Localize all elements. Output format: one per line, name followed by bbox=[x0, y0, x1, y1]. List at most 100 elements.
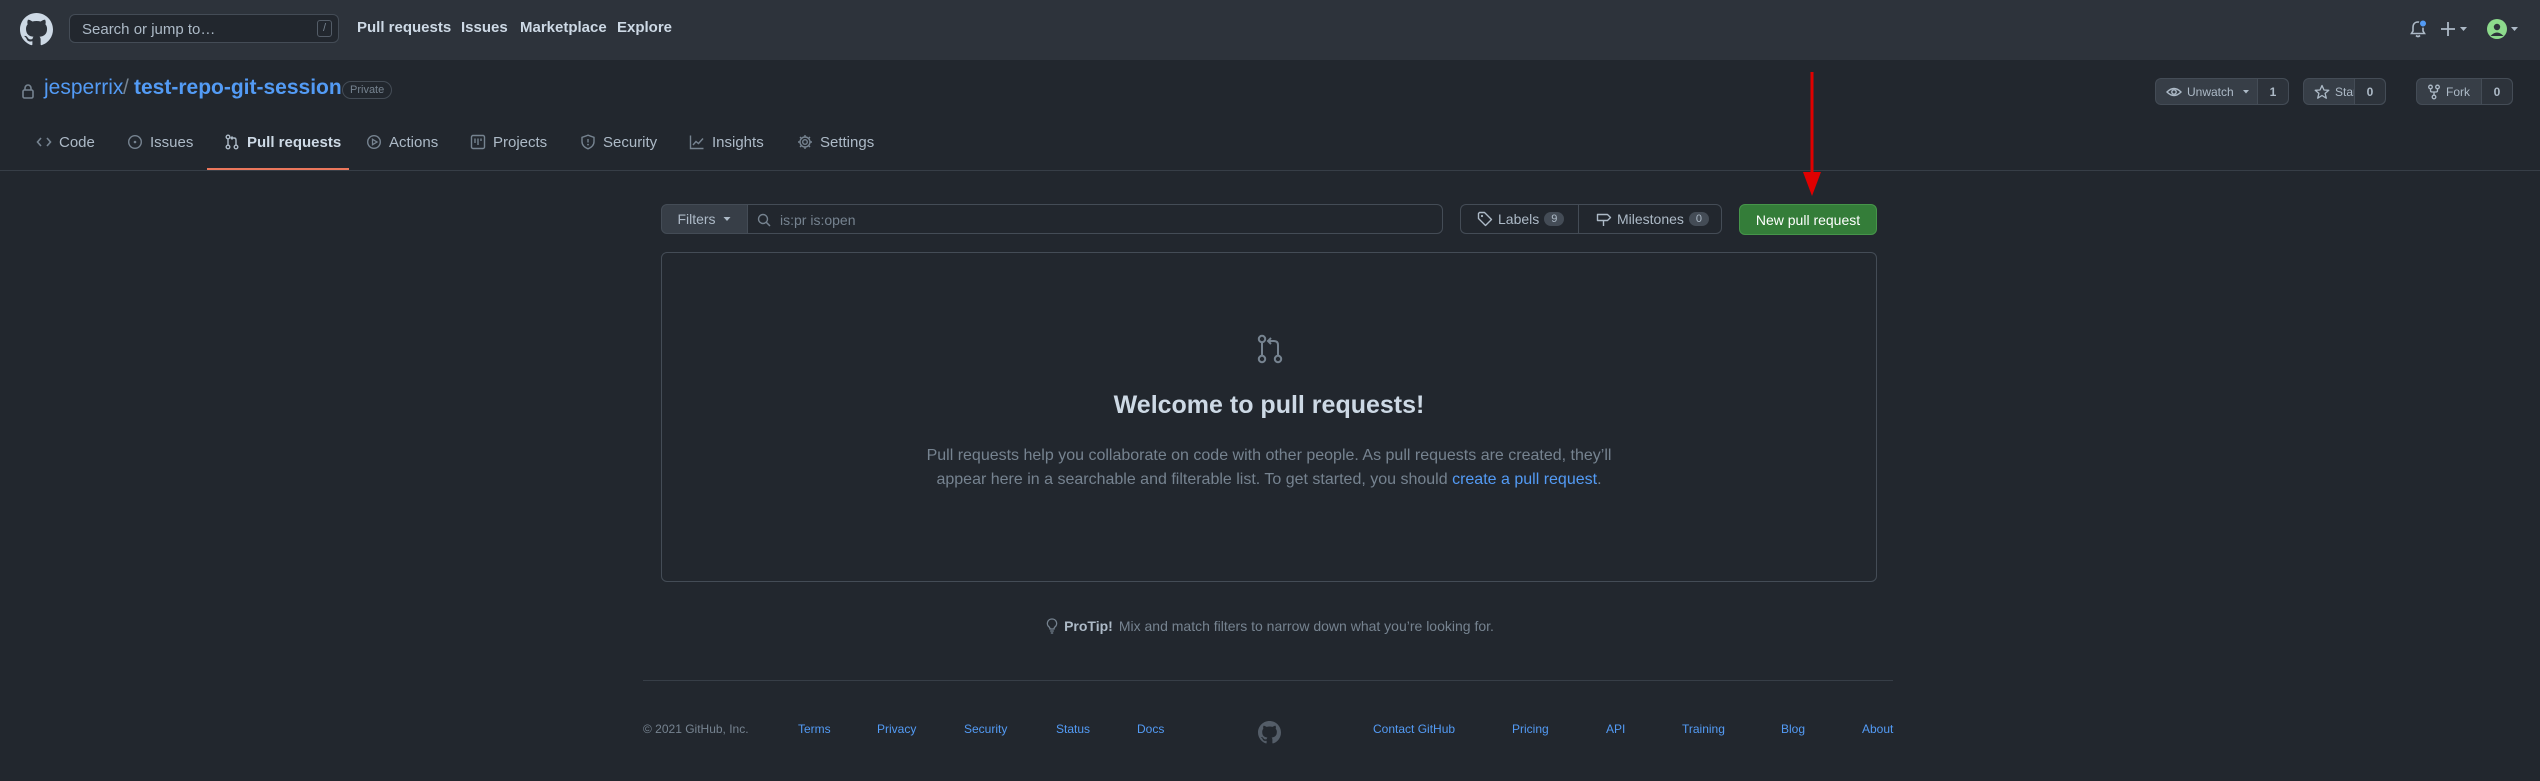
repo-forked-icon bbox=[2428, 84, 2440, 99]
create-pull-request-link[interactable]: create a pull request bbox=[1452, 471, 1597, 488]
code-icon bbox=[36, 137, 52, 147]
footer-link-api[interactable]: API bbox=[1606, 722, 1625, 736]
protip-text: Mix and match filters to narrow down wha… bbox=[1118, 618, 1494, 634]
watch-count[interactable]: 1 bbox=[2257, 79, 2288, 104]
footer-link-docs[interactable]: Docs bbox=[1137, 722, 1164, 736]
pull-request-icon bbox=[225, 134, 239, 150]
create-new-plus-icon[interactable] bbox=[2440, 19, 2470, 39]
unwatch-label: Unwatch bbox=[2187, 84, 2234, 99]
tab-actions[interactable]: Actions bbox=[366, 134, 438, 170]
tab-pull-requests[interactable]: Pull requests bbox=[224, 134, 341, 170]
fork-main[interactable]: Fork bbox=[2417, 79, 2470, 104]
tab-code-label: Code bbox=[59, 134, 95, 151]
nav-explore[interactable]: Explore bbox=[617, 19, 672, 36]
github-logo-icon[interactable] bbox=[20, 13, 53, 46]
play-icon bbox=[366, 134, 382, 150]
footer-link-about[interactable]: About bbox=[1862, 722, 1893, 736]
milestone-icon bbox=[1596, 213, 1612, 226]
chevron-down-icon bbox=[2242, 89, 2249, 93]
filters-dropdown-button[interactable]: Filters bbox=[661, 204, 748, 234]
graph-icon bbox=[689, 135, 704, 150]
chevron-down-icon bbox=[723, 217, 731, 221]
empty-state-line-2-end: . bbox=[1597, 471, 1602, 488]
footer-link-pricing[interactable]: Pricing bbox=[1512, 722, 1549, 736]
protip-label: ProTip! bbox=[1064, 618, 1113, 634]
milestones-label: Milestones bbox=[1617, 211, 1684, 227]
repo-owner-link[interactable]: jesperrix bbox=[44, 76, 123, 100]
tab-projects[interactable]: Projects bbox=[470, 134, 547, 170]
visibility-badge: Private bbox=[342, 81, 393, 99]
unwatch-button[interactable]: Unwatch 1 bbox=[2155, 78, 2289, 105]
footer-link-terms[interactable]: Terms bbox=[798, 722, 831, 736]
filters-label: Filters bbox=[677, 211, 716, 227]
footer-link-privacy[interactable]: Privacy bbox=[877, 722, 916, 736]
footer-divider bbox=[643, 680, 1893, 681]
labels-button[interactable]: Labels 9 bbox=[1460, 204, 1578, 234]
fork-count[interactable]: 0 bbox=[2481, 79, 2512, 104]
nav-pull-requests[interactable]: Pull requests bbox=[357, 19, 451, 36]
light-bulb-icon bbox=[1046, 618, 1058, 634]
user-avatar-icon[interactable] bbox=[2486, 18, 2520, 40]
issue-icon bbox=[127, 134, 143, 150]
star-count[interactable]: 0 bbox=[2354, 79, 2385, 104]
tab-pull-requests-label: Pull requests bbox=[247, 134, 342, 151]
fork-button[interactable]: Fork 0 bbox=[2416, 78, 2513, 105]
footer-link-contact[interactable]: Contact GitHub bbox=[1373, 722, 1455, 736]
global-header: Search or jump to… / Pull requests Issue… bbox=[0, 0, 2540, 60]
pull-request-icon bbox=[1254, 333, 1286, 365]
tab-code[interactable]: Code bbox=[36, 134, 95, 170]
eye-icon bbox=[2166, 87, 2182, 96]
gear-icon bbox=[798, 135, 812, 149]
repo-name-link[interactable]: test-repo-git-session bbox=[134, 76, 342, 100]
tab-projects-label: Projects bbox=[493, 134, 548, 151]
pull-request-search bbox=[747, 204, 1443, 234]
github-mark-icon[interactable] bbox=[1258, 721, 1281, 744]
shield-icon bbox=[581, 134, 595, 150]
search-shortcut-key: / bbox=[317, 20, 332, 37]
milestones-count: 0 bbox=[1688, 212, 1709, 226]
empty-state-title: Welcome to pull requests! bbox=[1113, 391, 1425, 419]
pull-request-search-input[interactable] bbox=[778, 210, 1422, 230]
repo-path-separator: / bbox=[123, 76, 129, 99]
labels-label: Labels bbox=[1498, 211, 1540, 227]
tabs-divider bbox=[0, 170, 2540, 171]
project-icon bbox=[470, 134, 486, 150]
footer-link-blog[interactable]: Blog bbox=[1781, 722, 1805, 736]
nav-issues[interactable]: Issues bbox=[461, 19, 508, 36]
empty-state-box: Welcome to pull requests! Pull requests … bbox=[661, 252, 1877, 582]
footer-link-training[interactable]: Training bbox=[1682, 722, 1725, 736]
global-search-input[interactable]: Search or jump to… / bbox=[69, 14, 339, 43]
fork-label: Fork bbox=[2446, 84, 2470, 99]
star-main[interactable]: Star bbox=[2304, 79, 2357, 104]
nav-marketplace[interactable]: Marketplace bbox=[520, 19, 607, 36]
empty-state-description: Pull requests help you collaborate on co… bbox=[662, 444, 1876, 492]
star-button[interactable]: Star 0 bbox=[2303, 78, 2386, 105]
footer-copyright: © 2021 GitHub, Inc. bbox=[643, 722, 749, 736]
tab-settings[interactable]: Settings bbox=[797, 134, 874, 170]
unwatch-main[interactable]: Unwatch bbox=[2156, 79, 2253, 104]
annotation-arrow-icon bbox=[1800, 72, 1824, 198]
search-icon bbox=[757, 213, 771, 227]
lock-icon bbox=[21, 83, 35, 99]
tab-issues[interactable]: Issues bbox=[127, 134, 193, 170]
search-placeholder: Search or jump to… bbox=[82, 21, 216, 38]
milestones-button[interactable]: Milestones 0 bbox=[1578, 204, 1722, 234]
tab-settings-label: Settings bbox=[820, 134, 875, 151]
labels-count: 9 bbox=[1544, 212, 1565, 226]
empty-state-line-2-text: appear here in a searchable and filterab… bbox=[936, 471, 1453, 488]
tab-insights[interactable]: Insights bbox=[689, 134, 764, 170]
star-icon bbox=[2314, 84, 2330, 99]
tab-security[interactable]: Security bbox=[580, 134, 657, 170]
tab-issues-label: Issues bbox=[150, 134, 194, 151]
tag-icon bbox=[1477, 211, 1493, 227]
notifications-bell-icon[interactable] bbox=[2408, 19, 2428, 39]
tab-insights-label: Insights bbox=[712, 134, 764, 151]
footer-link-status[interactable]: Status bbox=[1056, 722, 1090, 736]
tab-security-label: Security bbox=[603, 134, 658, 151]
tab-actions-label: Actions bbox=[389, 134, 439, 151]
protip: ProTip! Mix and match filters to narrow … bbox=[0, 618, 2540, 634]
new-pull-request-button[interactable]: New pull request bbox=[1739, 204, 1877, 235]
footer-link-security[interactable]: Security bbox=[964, 722, 1007, 736]
empty-state-line-1: Pull requests help you collaborate on co… bbox=[926, 447, 1612, 464]
empty-state-line-2: appear here in a searchable and filterab… bbox=[662, 468, 1876, 492]
